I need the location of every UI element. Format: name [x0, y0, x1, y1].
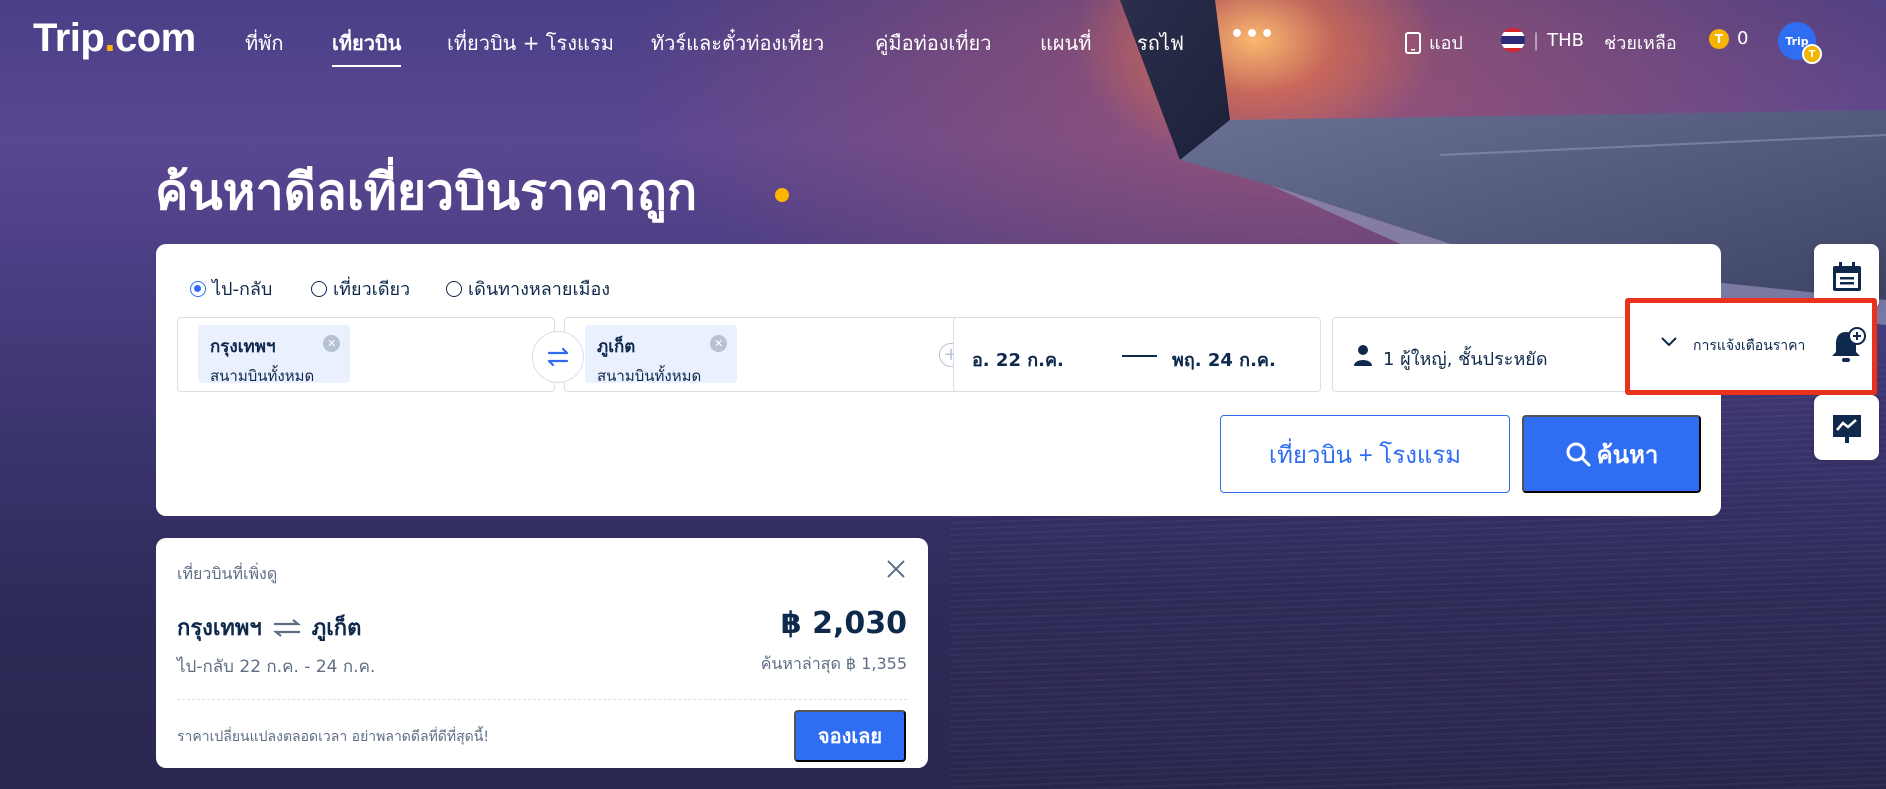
origin-city-chip[interactable]: กรุงเทพฯ สนามบินทั้งหมด ✕ — [198, 325, 351, 385]
recent-origin: กรุงเทพฯ — [177, 616, 262, 641]
trip-type-label: ไป-กลับ — [212, 279, 273, 300]
date-separator — [1122, 355, 1157, 357]
close-icon[interactable] — [886, 556, 906, 584]
calendar-tool-button[interactable] — [1814, 244, 1879, 309]
trip-type-label: เดินทางหลายเมือง — [468, 279, 611, 300]
price-alert-panel[interactable]: การแจ้งเตือนราคา — [1630, 302, 1877, 391]
flight-hotel-button[interactable]: เที่ยวบิน + โรงแรม — [1220, 415, 1510, 493]
app-label: แอป — [1429, 33, 1463, 54]
destination-field[interactable]: ภูเก็ต สนามบินทั้งหมด ✕ + — [564, 317, 976, 392]
clear-origin-icon[interactable]: ✕ — [323, 335, 341, 352]
flight-search-form: ไป-กลับ เที่ยวเดียว เดินทางหลายเมือง กรุ… — [156, 244, 1721, 516]
nav-more-button[interactable]: ••• — [1230, 22, 1275, 47]
trip-type-multicity[interactable]: เดินทางหลายเมือง — [446, 274, 610, 303]
bell-plus-icon[interactable] — [1826, 326, 1866, 366]
book-now-button[interactable]: จองเลย — [794, 710, 906, 762]
nav-item-flights[interactable]: เที่ยวบิน — [332, 27, 402, 67]
logo-tail: com — [114, 16, 196, 60]
help-link[interactable]: ช่วยเหลือ — [1604, 28, 1677, 57]
trip-type-roundtrip[interactable]: ไป-กลับ — [190, 274, 272, 303]
app-download-link[interactable]: แอป — [1405, 28, 1463, 57]
person-icon — [1354, 345, 1372, 366]
swap-cities-button[interactable] — [532, 331, 584, 383]
coin-icon: T — [1709, 28, 1729, 49]
nav-item-guides[interactable]: คู่มือท่องเที่ยว — [875, 27, 992, 59]
destination-airports: สนามบินทั้งหมด — [597, 367, 702, 385]
search-icon — [1566, 442, 1591, 467]
currency-selector[interactable]: | THB — [1501, 28, 1584, 52]
top-navigation: Trip.com ที่พัก เที่ยวบิน เที่ยวบิน + โร… — [0, 0, 1886, 80]
nav-item-flight-hotel[interactable]: เที่ยวบิน + โรงแรม — [447, 27, 614, 59]
nav-item-train[interactable]: รถไฟ — [1137, 27, 1184, 59]
nav-item-map[interactable]: แผนที่ — [1040, 27, 1091, 59]
coin-count: 0 — [1737, 28, 1749, 49]
return-date[interactable]: พฤ. 24 ก.ค. — [1172, 345, 1276, 374]
passenger-summary: 1 ผู้ใหญ่, ชั้นประหยัด — [1383, 349, 1548, 370]
currency-label: THB — [1547, 29, 1584, 51]
recent-divider — [177, 699, 907, 700]
trip-coins[interactable]: T 0 — [1709, 28, 1748, 49]
search-button-label: ค้นหา — [1596, 441, 1659, 469]
price-change-note: ราคาเปลี่ยนแปลงตลอดเวลา อย่าพลาดดีลที่ดี… — [177, 729, 489, 745]
recent-heading: เที่ยวบินที่เพิ่งดู — [177, 564, 278, 583]
logo-dot: . — [104, 16, 115, 60]
recent-destination: ภูเก็ต — [311, 616, 362, 641]
phone-icon — [1405, 31, 1421, 54]
recent-dates: ไป-กลับ 22 ก.ค. - 24 ก.ค. — [177, 657, 376, 677]
origin-field[interactable]: กรุงเทพฯ สนามบินทั้งหมด ✕ — [177, 317, 555, 392]
currency-divider: | — [1533, 29, 1540, 51]
recent-price: ฿ 2,030 — [780, 606, 907, 641]
recent-route[interactable]: กรุงเทพฯ ภูเก็ต — [177, 610, 361, 645]
nav-item-hotels[interactable]: ที่พัก — [245, 27, 283, 59]
user-avatar[interactable]: Trip T — [1778, 22, 1822, 64]
page-title: ค้นหาดีลเที่ยวบินราคาถูก — [155, 163, 698, 221]
roundtrip-arrows-icon — [272, 618, 301, 637]
thai-flag-icon — [1501, 28, 1525, 52]
origin-airports: สนามบินทั้งหมด — [210, 367, 315, 385]
date-field[interactable]: อ. 22 ก.ค. พฤ. 24 ก.ค. — [953, 317, 1321, 392]
nav-item-tours[interactable]: ทัวร์และตั๋วท่องเที่ยว — [651, 27, 824, 59]
radio-oneway[interactable] — [311, 280, 327, 297]
origin-city: กรุงเทพฯ — [210, 337, 276, 357]
radio-multicity[interactable] — [446, 280, 462, 297]
help-label: ช่วยเหลือ — [1604, 33, 1677, 54]
calendar-icon — [1832, 261, 1861, 291]
trip-logo[interactable]: Trip.com — [33, 16, 196, 61]
destination-city: ภูเก็ต — [597, 337, 636, 357]
avatar-badge: T — [1802, 44, 1822, 64]
destination-city-chip[interactable]: ภูเก็ต สนามบินทั้งหมด ✕ — [585, 325, 738, 385]
depart-date[interactable]: อ. 22 ก.ค. — [972, 345, 1064, 374]
clear-destination-icon[interactable]: ✕ — [710, 335, 728, 352]
trip-type-oneway[interactable]: เที่ยวเดียว — [311, 274, 410, 303]
trip-type-label: เที่ยวเดียว — [333, 279, 411, 300]
price-trend-tool-button[interactable] — [1814, 395, 1879, 460]
trend-chart-icon — [1832, 414, 1861, 443]
recently-viewed-card: เที่ยวบินที่เพิ่งดู กรุงเทพฯ ภูเก็ต ไป-ก… — [156, 538, 928, 768]
price-alert-label: การแจ้งเตือนราคา — [1693, 338, 1806, 354]
swap-arrows-icon — [547, 347, 569, 367]
recent-lowest-price: ค้นหาล่าสุด ฿ 1,355 — [760, 654, 907, 673]
search-button[interactable]: ค้นหา — [1522, 415, 1701, 493]
chevron-down-icon[interactable] — [1660, 332, 1678, 353]
radio-roundtrip[interactable] — [190, 280, 206, 297]
title-accent-dot — [775, 188, 789, 202]
logo-main: Trip — [33, 16, 105, 60]
